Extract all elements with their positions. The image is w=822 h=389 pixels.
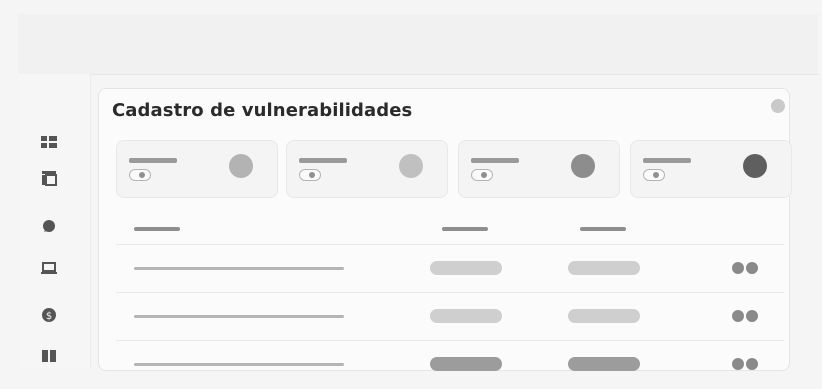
severity-pill (430, 261, 502, 275)
edit-icon[interactable] (732, 310, 744, 322)
page-title: Cadastro de vulnerabilidades (112, 100, 413, 121)
card-toggle[interactable] (471, 169, 493, 181)
severity-pill (430, 309, 502, 323)
row-description (134, 315, 344, 318)
card-label (471, 158, 519, 163)
status-pill (568, 261, 640, 275)
help-icon[interactable] (771, 99, 785, 113)
delete-icon[interactable] (746, 310, 758, 322)
card-toggle[interactable] (129, 169, 151, 181)
summary-card[interactable] (630, 140, 792, 198)
column-header-description[interactable] (134, 227, 180, 231)
delete-icon[interactable] (746, 262, 758, 274)
card-label (299, 158, 347, 163)
grid-icon[interactable] (38, 131, 60, 153)
chat-icon[interactable] (38, 216, 60, 238)
column-header-status[interactable] (580, 227, 626, 231)
table-row[interactable] (116, 292, 784, 341)
summary-card[interactable] (458, 140, 620, 198)
row-description (134, 267, 344, 270)
card-status-circle (571, 154, 595, 178)
card-label (129, 158, 177, 163)
book-icon[interactable] (38, 345, 60, 367)
summary-cards (116, 140, 792, 198)
card-label (643, 158, 691, 163)
edit-icon[interactable] (732, 358, 744, 370)
edit-icon[interactable] (732, 262, 744, 274)
table-row[interactable] (116, 244, 784, 293)
dollar-icon[interactable]: $ (38, 304, 60, 326)
delete-icon[interactable] (746, 358, 758, 370)
summary-card[interactable] (116, 140, 278, 198)
card-toggle[interactable] (299, 169, 321, 181)
column-header-severity[interactable] (442, 227, 488, 231)
svg-text:$: $ (46, 311, 52, 322)
card-status-circle (399, 154, 423, 178)
card-status-circle (743, 154, 767, 178)
laptop-icon[interactable] (38, 257, 60, 279)
table-icon[interactable] (38, 167, 60, 189)
status-pill (568, 309, 640, 323)
row-description (134, 363, 344, 366)
summary-card[interactable] (286, 140, 448, 198)
table-row[interactable] (116, 340, 784, 389)
vulnerability-table (116, 210, 784, 371)
card-status-circle (229, 154, 253, 178)
top-bar (18, 14, 818, 75)
card-toggle[interactable] (643, 169, 665, 181)
